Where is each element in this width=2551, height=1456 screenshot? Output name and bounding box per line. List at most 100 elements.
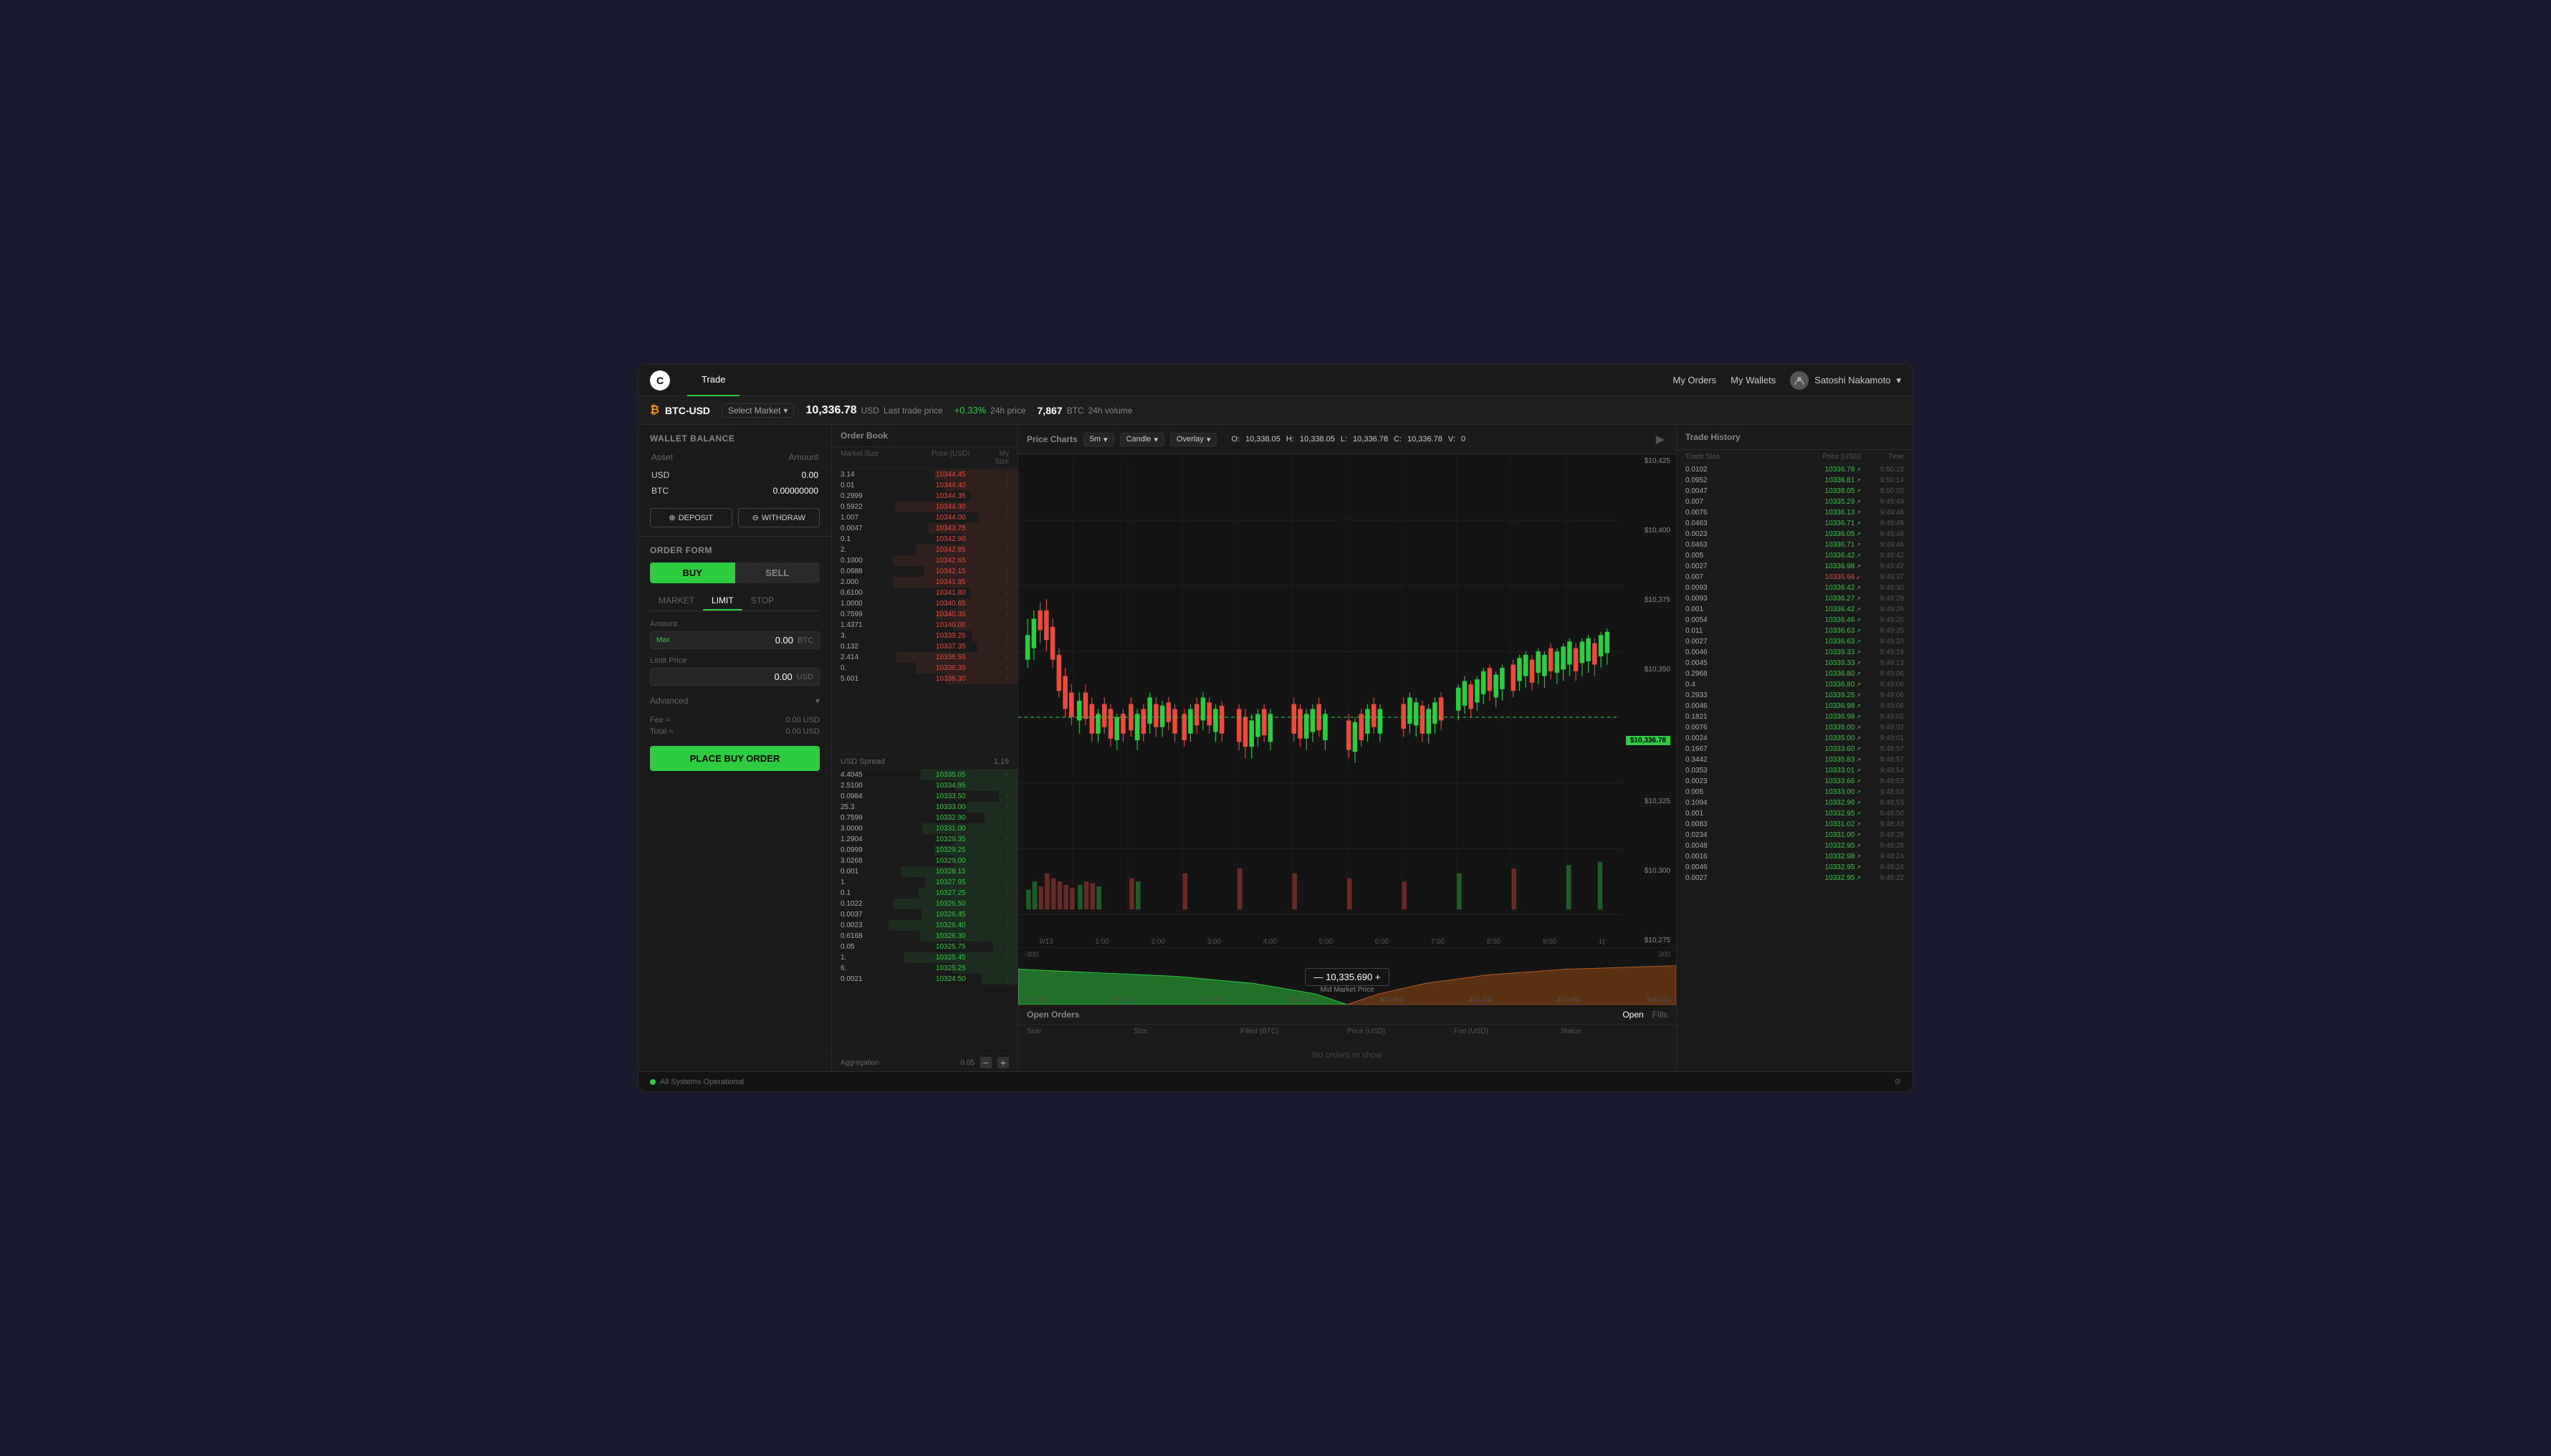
chart-type-dropdown[interactable]: Candle ▾ xyxy=(1120,433,1164,446)
trade-history-row: 0.1821 10336.98↗ 9:49:02 xyxy=(1677,712,1913,722)
chart-forward-icon[interactable]: ▶ xyxy=(1653,429,1667,449)
ob-bid-row[interactable]: 1. 10325.45 - xyxy=(832,952,1018,963)
market-select-btn[interactable]: Select Market ▾ xyxy=(722,403,794,418)
c-val: 10,336.78 xyxy=(1407,435,1442,444)
ob-aggregation: Aggregation 0.05 − + xyxy=(832,1053,1018,1071)
ob-ask-row[interactable]: 2. 10342.85 - xyxy=(832,545,1018,555)
ob-bid-row[interactable]: 3.0000 10331.00 - xyxy=(832,823,1018,834)
ob-bid-row[interactable]: 0.0021 10324.50 - xyxy=(832,974,1018,985)
app-logo[interactable]: C xyxy=(650,370,670,391)
ob-ask-row[interactable]: 0.0047 10343.75 - xyxy=(832,523,1018,534)
ob-ask-row[interactable]: 0.01 10344.40 - xyxy=(832,480,1018,491)
ob-ask-row[interactable]: 0.7599 10340.35 - xyxy=(832,609,1018,620)
amount-col-header: Amount xyxy=(706,452,818,466)
ob-bid-row[interactable]: 0.001 10328.15 - xyxy=(832,866,1018,877)
amount-input[interactable] xyxy=(676,635,793,646)
ob-ask-row[interactable]: 2.000 10341.95 - xyxy=(832,577,1018,588)
o-val: 10,338.05 xyxy=(1245,435,1281,444)
trade-history-panel: Trade History Trade Size Price (USD) Tim… xyxy=(1676,425,1913,1071)
my-orders-btn[interactable]: My Orders xyxy=(1672,375,1716,385)
ob-ask-row[interactable]: 0.1000 10342.65 - xyxy=(832,555,1018,566)
limit-price-input[interactable] xyxy=(656,671,793,682)
tab-fills[interactable]: Fills xyxy=(1652,1010,1667,1020)
ob-ask-row[interactable]: 0.0688 10342.15 - xyxy=(832,566,1018,577)
ob-col-headers: Market Size Price (USD) My Size xyxy=(832,447,1018,469)
timeframe-dropdown[interactable]: 5m ▾ xyxy=(1083,433,1114,446)
overlay-dropdown[interactable]: Overlay ▾ xyxy=(1170,433,1217,446)
ob-ask-row[interactable]: 0.2999 10344.35 - xyxy=(832,491,1018,502)
my-wallets-btn[interactable]: My Wallets xyxy=(1731,375,1776,385)
l-val: 10,336.78 xyxy=(1353,435,1388,444)
ob-bid-row[interactable]: 0.0023 10326.40 - xyxy=(832,920,1018,931)
ob-bid-row[interactable]: 0.7599 10332.90 - xyxy=(832,813,1018,823)
withdraw-button[interactable]: ⊖ WITHDRAW xyxy=(738,508,820,527)
ob-bid-row[interactable]: 0.1022 10326.50 - xyxy=(832,899,1018,909)
amount-usd: 0.00 xyxy=(706,468,818,482)
trade-history-row: 0.0023 10336.05↗ 9:49:48 xyxy=(1677,529,1913,540)
ob-bid-row[interactable]: 0.0037 10326.45 - xyxy=(832,909,1018,920)
ob-ask-row[interactable]: 5.601 10336.30 - xyxy=(832,674,1018,684)
ob-bid-row[interactable]: 1.2904 10329.35 - xyxy=(832,834,1018,845)
ob-ask-row[interactable]: 0.132 10337.35 - xyxy=(832,641,1018,652)
ob-ask-row[interactable]: 1.0000 10340.65 - xyxy=(832,598,1018,609)
ob-bid-row[interactable]: 0.1 10327.25 - xyxy=(832,888,1018,899)
tab-open[interactable]: Open xyxy=(1622,1010,1643,1020)
center-panel: Price Charts 5m ▾ Candle ▾ Overlay ▾ O: … xyxy=(1018,425,1676,1071)
order-form-section: Order Form BUY SELL MARKET LIMIT STOP Am… xyxy=(638,537,831,1071)
trade-history-row: 0.0027 10336.98↗ 9:49:42 xyxy=(1677,561,1913,572)
ob-ask-row[interactable]: 3. 10339.25 - xyxy=(832,631,1018,641)
ob-bid-row[interactable]: 0.0999 10329.25 - xyxy=(832,845,1018,856)
app-window: C Trade My Orders My Wallets Satoshi Nak… xyxy=(638,364,1913,1092)
sell-button[interactable]: SELL xyxy=(735,562,820,583)
status-indicator xyxy=(650,1079,656,1085)
buy-button[interactable]: BUY xyxy=(650,562,735,583)
ob-ask-row[interactable]: 0.1 10342.90 - xyxy=(832,534,1018,545)
agg-value: 0.05 xyxy=(961,1059,975,1067)
ob-bid-row[interactable]: 0.6168 10326.30 - xyxy=(832,931,1018,942)
th-col-size: Trade Size xyxy=(1685,453,1728,461)
place-buy-order-button[interactable]: PLACE BUY ORDER xyxy=(650,746,820,771)
ob-ask-row[interactable]: 1.4371 10340.00 - xyxy=(832,620,1018,631)
ob-bid-row[interactable]: 3.0268 10329.00 - xyxy=(832,856,1018,866)
ob-bid-row[interactable]: 2.5100 10334.95 - xyxy=(832,780,1018,791)
timeframe-chevron-icon: ▾ xyxy=(1104,435,1108,444)
agg-plus-button[interactable]: + xyxy=(997,1057,1009,1068)
oo-col-price: Price (USD) xyxy=(1347,1028,1454,1035)
candlestick-chart[interactable]: $10,425 $10,400 $10,375 $10,350 $10,336.… xyxy=(1018,454,1676,947)
ob-ask-row[interactable]: 0.5922 10344.30 - xyxy=(832,502,1018,512)
ob-ask-row[interactable]: 0.6100 10341.80 - xyxy=(832,588,1018,598)
ob-bid-row[interactable]: 6. 10325.25 - xyxy=(832,963,1018,974)
status-text: All Systems Operational xyxy=(660,1078,744,1086)
settings-gear-icon[interactable]: ⚙ xyxy=(1894,1077,1901,1086)
ob-bid-row[interactable]: 25.3 10333.00 - xyxy=(832,802,1018,813)
trade-history-row: 0.1094 10332.96↗ 9:48:53 xyxy=(1677,798,1913,808)
agg-minus-button[interactable]: − xyxy=(980,1057,992,1068)
ob-ask-row[interactable]: 1.007 10344.00 - xyxy=(832,512,1018,523)
ob-ask-row[interactable]: 0. 10336.35 - xyxy=(832,663,1018,674)
wallet-row-usd: USD 0.00 xyxy=(651,468,818,482)
ob-bid-row[interactable]: 0.05 10325.75 - xyxy=(832,942,1018,952)
trade-history-row: 0.001 10332.95↗ 9:48:50 xyxy=(1677,808,1913,819)
stop-order-tab[interactable]: STOP xyxy=(742,592,782,610)
ob-bid-row[interactable]: 4.4045 10335.05 - xyxy=(832,770,1018,780)
depth-chart[interactable]: — 10,335.690 + Mid Market Price -300 300… xyxy=(1018,947,1676,1005)
amount-max[interactable]: Max xyxy=(656,636,670,644)
ob-ask-row[interactable]: 3.14 10344.45 - xyxy=(832,469,1018,480)
wallet-title: Wallet Balance xyxy=(650,434,820,444)
trade-history-row: 0.2968 10336.80↗ 9:49:06 xyxy=(1677,669,1913,679)
trade-history-header: Trade History xyxy=(1677,425,1913,450)
th-col-price: Price (USD) xyxy=(1728,453,1861,461)
ob-ask-row[interactable]: 2.414 10336.55 - xyxy=(832,652,1018,663)
advanced-toggle[interactable]: Advanced ▾ xyxy=(650,693,820,709)
asset-col-header: Asset xyxy=(651,452,704,466)
oo-col-status: Status xyxy=(1561,1028,1667,1035)
ob-bid-row[interactable]: 1. 10327.95 - xyxy=(832,877,1018,888)
nav-tab-trade[interactable]: Trade xyxy=(687,365,740,396)
ob-bid-row[interactable]: 0.0984 10333.50 - xyxy=(832,791,1018,802)
trade-history-row: 0.0234 10331.00↗ 9:48:28 xyxy=(1677,830,1913,840)
asset-btc: BTC xyxy=(651,484,704,498)
deposit-button[interactable]: ⊕ DEPOSIT xyxy=(650,508,732,527)
market-order-tab[interactable]: MARKET xyxy=(650,592,703,610)
limit-order-tab[interactable]: LIMIT xyxy=(703,592,742,610)
user-menu[interactable]: Satoshi Nakamoto ▾ xyxy=(1790,371,1901,390)
